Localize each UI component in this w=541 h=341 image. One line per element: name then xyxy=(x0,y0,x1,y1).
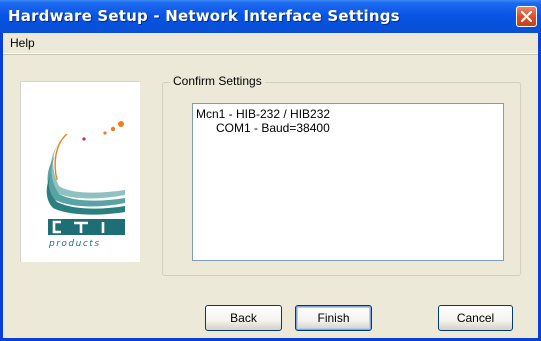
title-bar[interactable]: Hardware Setup - Network Interface Setti… xyxy=(0,0,541,33)
settings-listbox[interactable]: Mcn1 - HIB-232 / HIB232 COM1 - Baud=3840… xyxy=(192,103,504,261)
cti-logo-panel: products xyxy=(20,81,140,262)
confirm-settings-label: Confirm Settings xyxy=(170,74,265,88)
back-button[interactable]: Back xyxy=(205,305,282,331)
menu-bar: Help xyxy=(3,33,538,54)
list-item[interactable]: COM1 - Baud=38400 xyxy=(216,121,330,135)
menu-item-help[interactable]: Help xyxy=(10,36,35,50)
finish-button[interactable]: Finish xyxy=(295,305,372,331)
cti-logo-icon: products xyxy=(46,121,126,249)
window-title: Hardware Setup - Network Interface Setti… xyxy=(8,7,400,25)
list-item[interactable]: Mcn1 - HIB-232 / HIB232 xyxy=(196,107,330,121)
close-icon[interactable] xyxy=(516,6,537,27)
cancel-button[interactable]: Cancel xyxy=(438,305,513,331)
logo-tagline: products xyxy=(48,239,101,249)
